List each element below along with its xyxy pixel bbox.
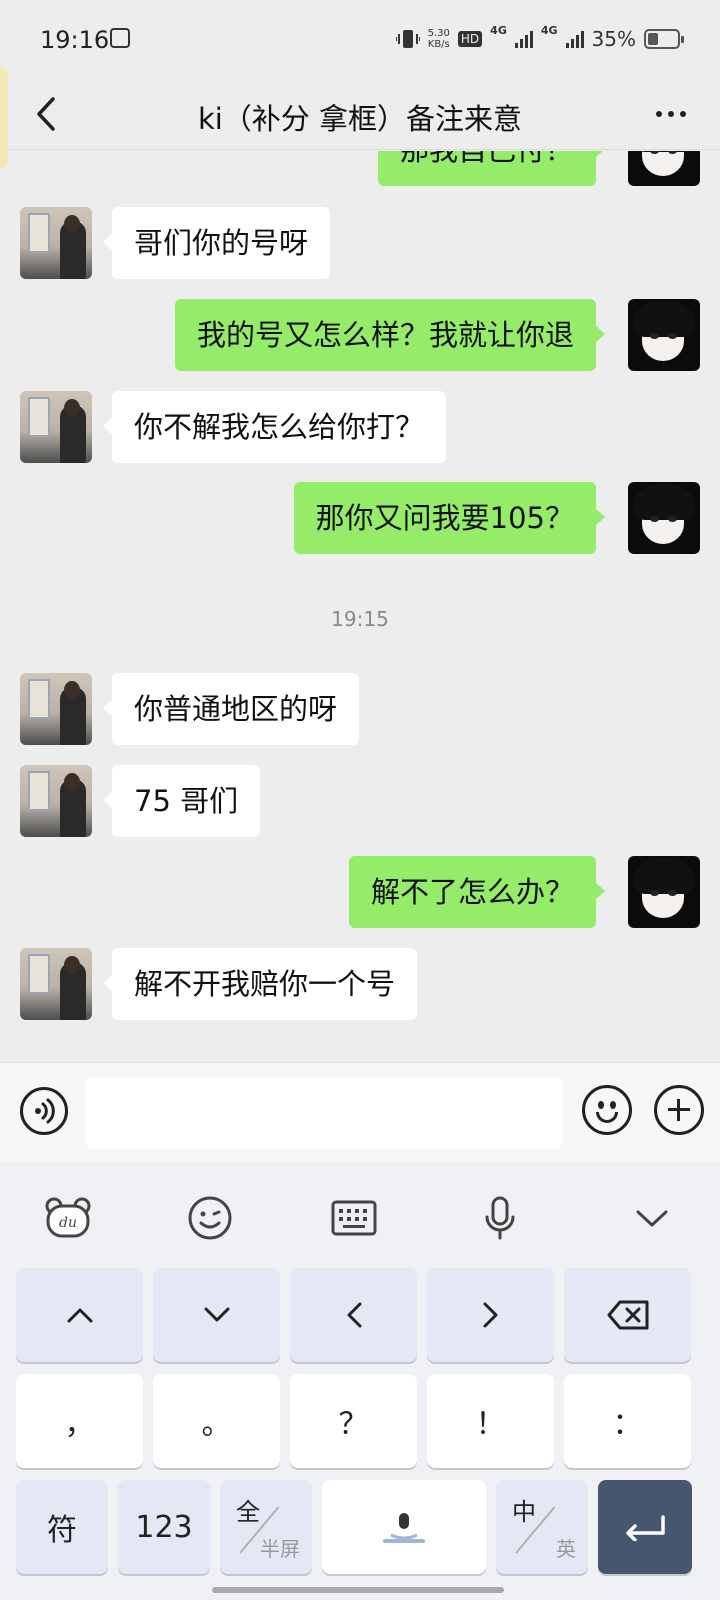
chat-input-bar (0, 1062, 720, 1162)
contact-avatar[interactable] (20, 207, 92, 279)
mic-icon[interactable] (474, 1192, 526, 1244)
my-avatar[interactable] (628, 856, 700, 928)
backspace-key[interactable] (564, 1268, 691, 1362)
my-avatar[interactable] (628, 151, 700, 186)
status-indicators: 5.30 KB/s HD 4G 4G 35% (395, 24, 684, 54)
message-row-outgoing: 解不了怎么办？ (0, 856, 720, 928)
voice-space-icon (383, 1513, 425, 1543)
message-row-incoming: 你普通地区的呀 (0, 673, 720, 745)
enter-icon (626, 1515, 665, 1541)
svg-text:du: du (59, 1215, 77, 1231)
net-speed-unit: KB/s (427, 39, 450, 50)
hd-badge: HD (457, 31, 483, 47)
arrow-up-key[interactable] (16, 1268, 143, 1362)
arrow-right-key[interactable] (427, 1268, 554, 1362)
emoji-icon[interactable] (184, 1192, 236, 1244)
arrow-down-key[interactable] (153, 1268, 280, 1362)
arrow-left-icon (347, 1302, 361, 1328)
message-row-incoming: 解不开我赔你一个号 (0, 948, 720, 1020)
fullwidth-toggle-key[interactable]: 全 半屏 (220, 1480, 312, 1574)
message-list[interactable]: 那我自己付？ 哥们你的号呀 我的号又怎么样？我就让你退 你不解我怎么给你打？ 那… (0, 151, 720, 1062)
contact-avatar[interactable] (20, 673, 92, 745)
message-bubble-outgoing[interactable]: 解不了怎么办？ (348, 856, 606, 928)
status-time: 19:16 (40, 26, 110, 54)
arrow-down-icon (204, 1307, 229, 1322)
du-bear-icon[interactable]: du (42, 1192, 94, 1244)
chat-title: ki（补分 拿框）备注来意 (197, 102, 523, 136)
message-row-incoming: 哥们你的号呀 (0, 207, 720, 279)
colon-key[interactable]: ： (564, 1374, 691, 1468)
more-dot-icon (668, 111, 674, 117)
vibrate-icon (395, 30, 420, 48)
ime-keyboard: du ， 。 ？ ！ ： 符 123 全 半屏 中 英 (0, 1162, 720, 1600)
message-bubble-incoming[interactable]: 解不开我赔你一个号 (102, 948, 418, 1020)
chevron-down-icon[interactable] (626, 1192, 678, 1244)
my-avatar[interactable] (628, 482, 700, 554)
message-bubble-incoming[interactable]: 75 哥们 (102, 765, 261, 837)
more-dot-icon (656, 111, 662, 117)
question-key[interactable]: ？ (290, 1374, 417, 1468)
my-avatar[interactable] (628, 299, 700, 371)
emoji-button[interactable] (582, 1085, 632, 1135)
space-key[interactable] (322, 1480, 486, 1574)
status-bar: 19:16 5.30 KB/s HD 4G 4G 35% (0, 0, 720, 80)
message-bubble-incoming[interactable]: 哥们你的号呀 (102, 207, 331, 279)
wechat-chat-screen: 19:16 5.30 KB/s HD 4G 4G 35% ki（补分 拿框）备注… (0, 0, 720, 1600)
contact-avatar[interactable] (20, 948, 92, 1020)
network-type-2: 4G (540, 24, 558, 37)
message-bubble-outgoing[interactable]: 那你又问我要105？ (293, 482, 606, 554)
message-row-incoming: 你不解我怎么给你打？ (0, 391, 720, 463)
signal-icon (565, 30, 584, 48)
message-row-outgoing: 那我自己付？ (0, 151, 720, 186)
net-speed: 5.30 KB/s (428, 28, 450, 50)
net-speed-value: 5.30 (427, 28, 450, 39)
alarm-icon (110, 28, 130, 48)
battery-fill (648, 33, 658, 45)
backspace-icon (607, 1300, 648, 1330)
period-key[interactable]: 。 (153, 1374, 280, 1468)
keyboard-toolbar: du (0, 1162, 720, 1272)
halfwidth-label: 半屏 (260, 1537, 300, 1561)
message-timestamp: 19:15 (331, 607, 389, 631)
keyboard-icon[interactable] (328, 1192, 380, 1244)
chinese-label: 中 (512, 1498, 536, 1526)
battery-icon (644, 29, 684, 49)
fullwidth-label: 全 (236, 1498, 260, 1526)
message-row-incoming: 75 哥们 (0, 765, 720, 837)
comma-key[interactable]: ， (16, 1374, 143, 1468)
message-row-outgoing: 我的号又怎么样？我就让你退 (0, 299, 720, 371)
home-indicator[interactable] (212, 1587, 504, 1593)
arrow-up-icon (67, 1308, 92, 1323)
back-arrow-icon (37, 97, 55, 131)
more-button[interactable] (646, 94, 696, 134)
emoji-icon (598, 1101, 604, 1109)
numbers-key[interactable]: 123 (118, 1480, 210, 1574)
message-bubble-incoming[interactable]: 你不解我怎么给你打？ (102, 391, 447, 463)
more-functions-button[interactable] (654, 1085, 704, 1135)
message-bubble-incoming[interactable]: 你普通地区的呀 (102, 673, 360, 745)
english-label: 英 (556, 1537, 576, 1561)
more-dot-icon (680, 111, 686, 117)
message-bubble-outgoing[interactable]: 那我自己付？ (377, 151, 606, 186)
signal-icon (514, 30, 533, 48)
arrow-left-key[interactable] (290, 1268, 417, 1362)
back-button[interactable] (26, 92, 66, 136)
network-type-1: 4G (490, 24, 507, 37)
message-row-outgoing: 那你又问我要105？ (0, 482, 720, 554)
exclamation-key[interactable]: ！ (427, 1374, 554, 1468)
contact-avatar[interactable] (20, 391, 92, 463)
contact-avatar[interactable] (20, 765, 92, 837)
language-toggle-key[interactable]: 中 英 (496, 1480, 588, 1574)
message-input[interactable] (86, 1077, 562, 1149)
battery-percent: 35% (591, 27, 636, 51)
symbols-key[interactable]: 符 (16, 1480, 108, 1574)
enter-key[interactable] (598, 1480, 692, 1574)
voice-icon (35, 1098, 55, 1124)
arrow-right-icon (483, 1302, 497, 1328)
message-bubble-outgoing[interactable]: 我的号又怎么样？我就让你退 (174, 299, 606, 371)
chat-header: ki（补分 拿框）备注来意 (0, 80, 720, 150)
voice-input-button[interactable] (20, 1087, 68, 1135)
